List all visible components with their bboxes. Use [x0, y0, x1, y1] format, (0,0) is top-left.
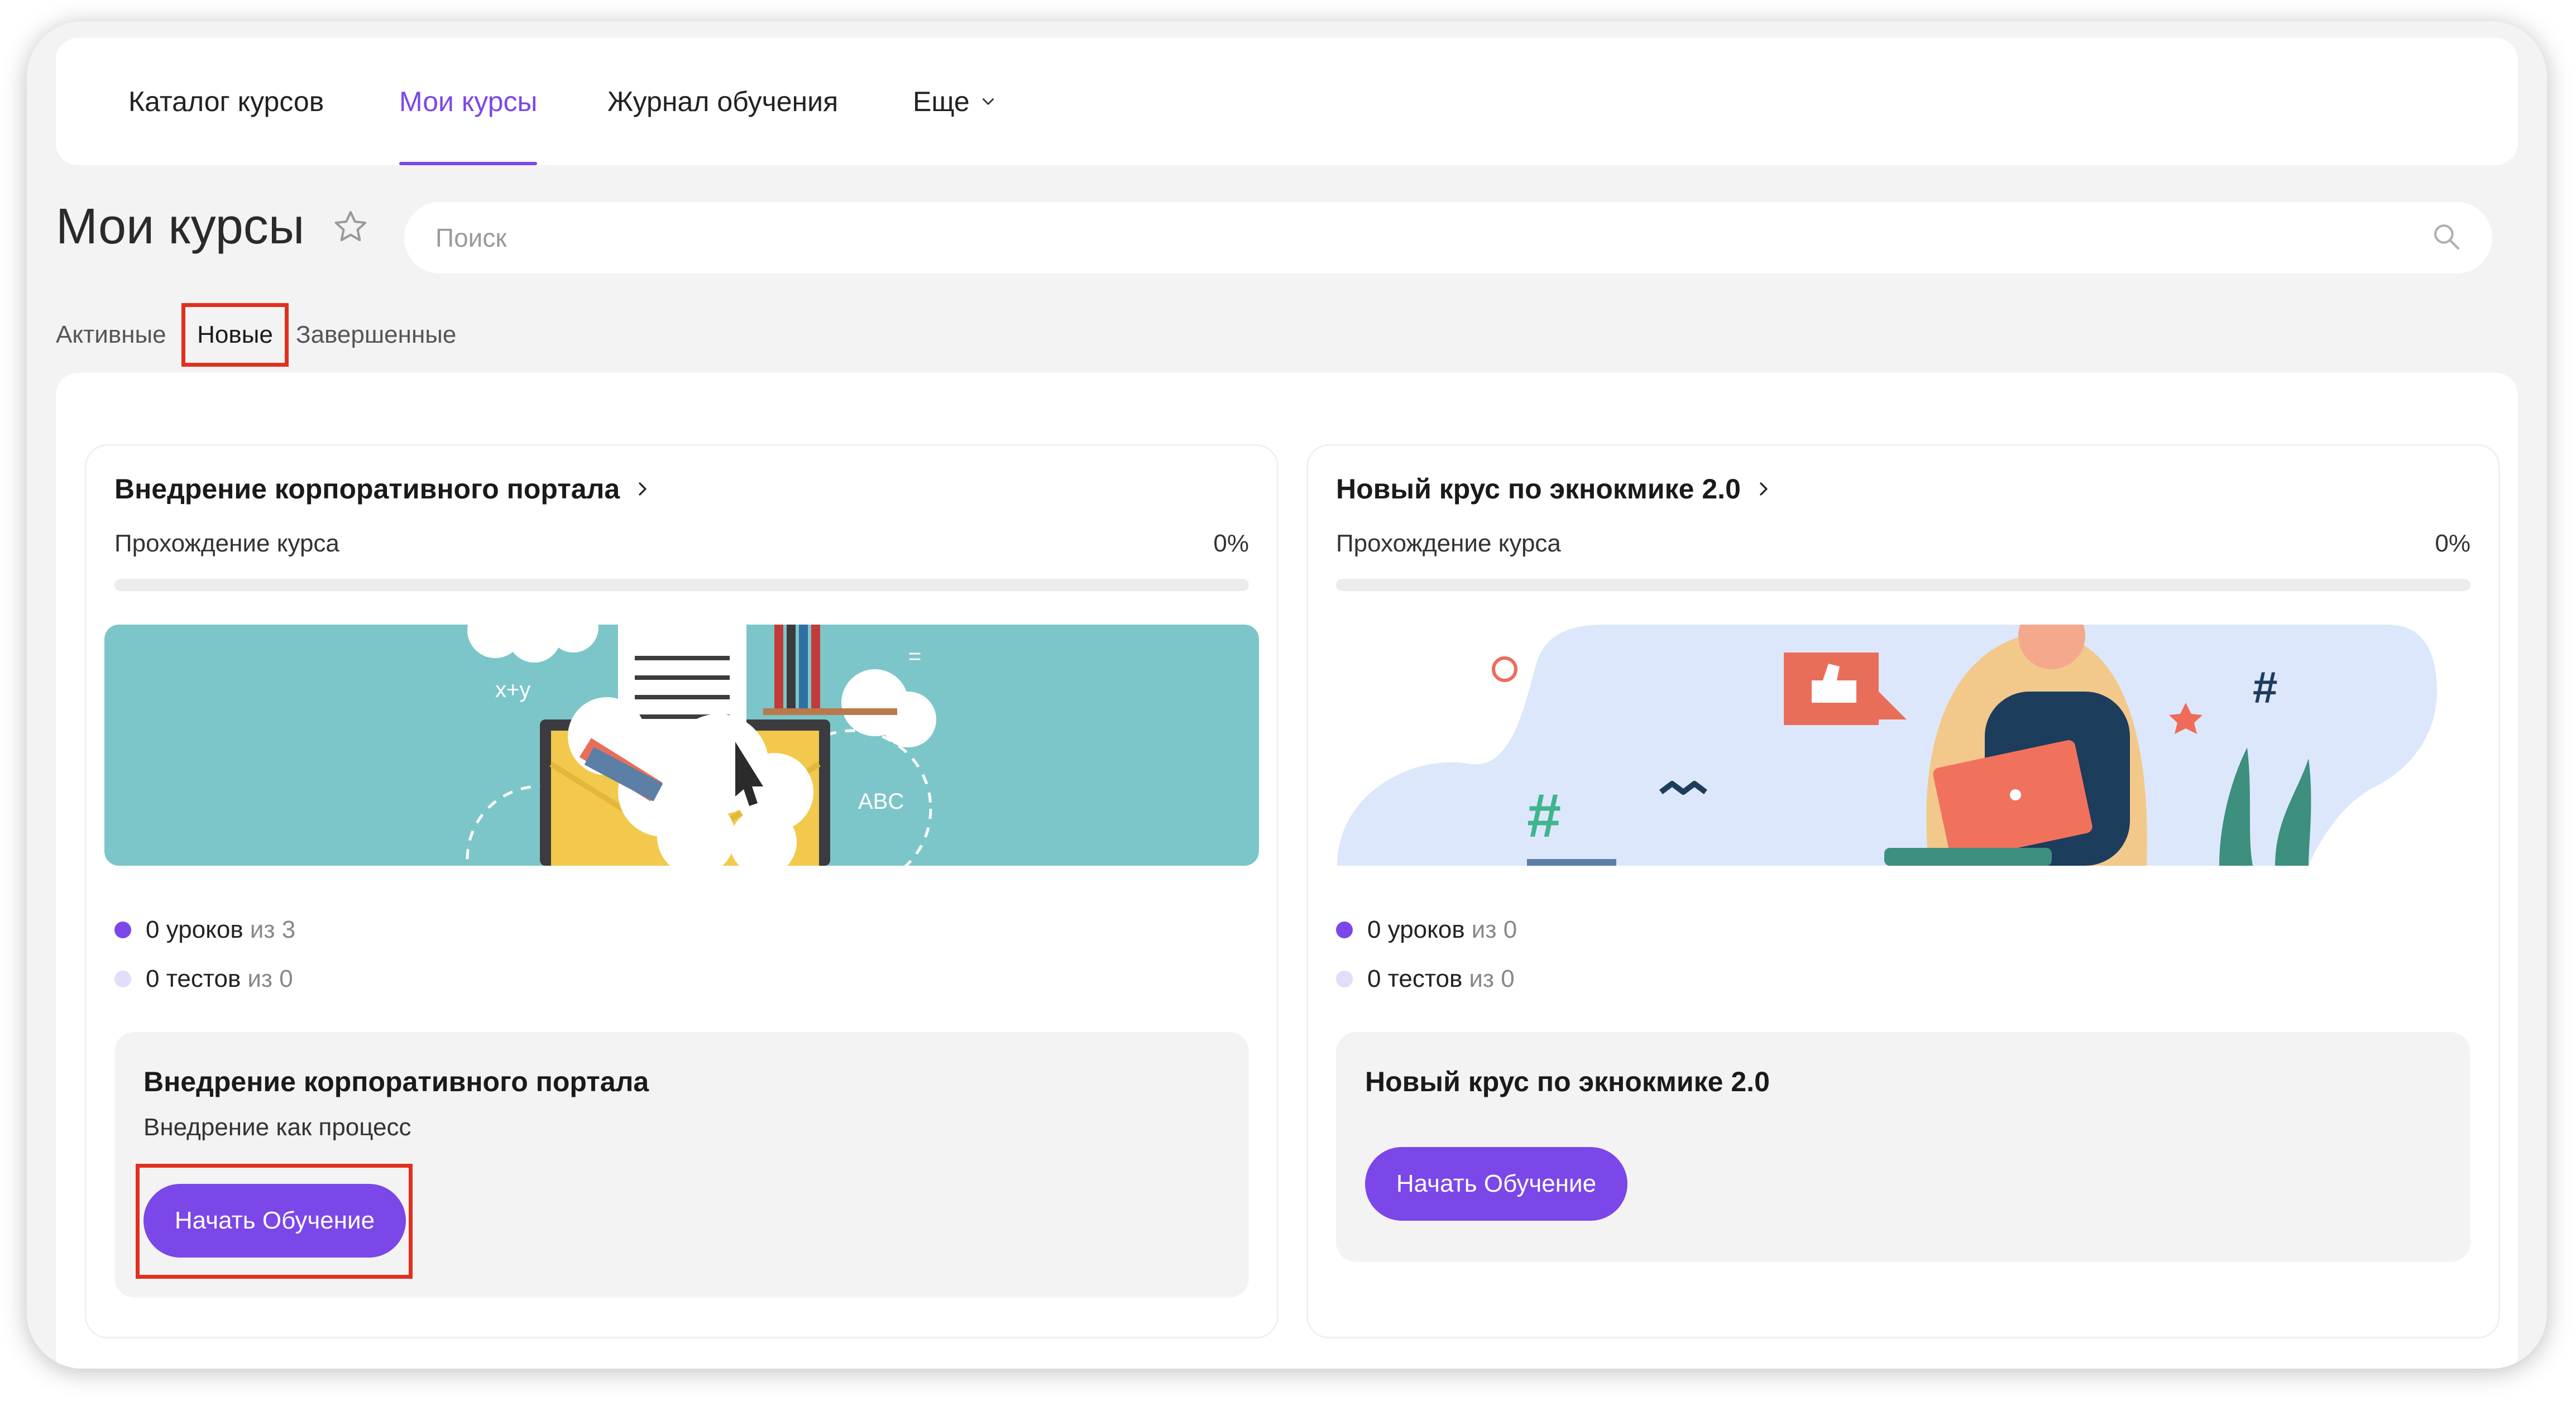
- nav-item-label: Мои курсы: [399, 86, 538, 117]
- page-title: Мои курсы: [56, 199, 305, 255]
- nav-item-label: Каталог курсов: [128, 86, 324, 117]
- svg-text:x+y: x+y: [495, 678, 530, 702]
- chevron-down-icon: [982, 98, 994, 105]
- course-title-link[interactable]: Новый крус по экнокмике 2.0: [1336, 458, 1772, 520]
- course-description-box: Новый крус по экнокмике 2.0 Начать Обуче…: [1336, 1032, 2470, 1262]
- top-nav: Каталог курсов Мои курсы Журнал обучения…: [56, 38, 2518, 165]
- courses-panel: Внедрение корпоративного портала Прохожд…: [56, 373, 2518, 1369]
- svg-text:#: #: [2253, 663, 2278, 712]
- svg-text:=: =: [908, 644, 921, 669]
- start-learning-button[interactable]: Начать Обучение: [1365, 1147, 1627, 1221]
- progress-bar: [114, 579, 1249, 591]
- lessons-dot: [1336, 922, 1353, 938]
- progress-bar: [1336, 579, 2470, 591]
- course-title: Внедрение корпоративного портала: [114, 473, 620, 505]
- lessons-count: 0 уроков: [1367, 916, 1465, 943]
- search-icon[interactable]: [2431, 221, 2462, 252]
- tests-total: из 0: [247, 965, 293, 992]
- lessons-count: 0 уроков: [146, 916, 243, 943]
- course-banner-image: # #: [1326, 625, 2481, 866]
- nav-item-journal[interactable]: Журнал обучения: [607, 38, 838, 165]
- course-title-link[interactable]: Внедрение корпоративного портала: [114, 458, 651, 520]
- nav-item-more[interactable]: Еще: [913, 38, 995, 165]
- progress-label: Прохождение курса: [1336, 530, 1561, 557]
- course-description-box: Внедрение корпоративного портала Внедрен…: [114, 1032, 1249, 1298]
- tests-dot: [1336, 971, 1353, 987]
- progress-percent: 0%: [2435, 530, 2470, 557]
- svg-text:ABC: ABC: [858, 789, 904, 814]
- course-banner-image: x+y ABC =: [104, 625, 1259, 866]
- chevron-right-icon: [639, 482, 647, 496]
- tests-total: из 0: [1469, 965, 1515, 992]
- nav-item-catalog[interactable]: Каталог курсов: [128, 38, 324, 165]
- lessons-stat: 0 уроков из 3: [114, 916, 295, 944]
- nav-item-label: Журнал обучения: [607, 86, 839, 117]
- course-card: Новый крус по экнокмике 2.0 Прохождение …: [1306, 444, 2500, 1338]
- tests-stat: 0 тестов из 0: [1336, 965, 1515, 993]
- filter-label: Новые: [197, 321, 273, 348]
- search-input[interactable]: [404, 202, 2492, 274]
- filter-completed[interactable]: Завершенные: [296, 307, 456, 363]
- filter-label: Завершенные: [296, 321, 457, 348]
- tests-stat: 0 тестов из 0: [114, 965, 293, 993]
- tests-count: 0 тестов: [1367, 965, 1463, 992]
- description-title: Внедрение корпоративного портала: [143, 1066, 649, 1097]
- nav-item-my-courses[interactable]: Мои курсы: [399, 38, 538, 165]
- lessons-dot: [114, 922, 131, 938]
- filter-active[interactable]: Активные: [56, 307, 166, 363]
- description-subtitle: Внедрение как процесс: [143, 1114, 411, 1141]
- progress-label: Прохождение курса: [114, 530, 339, 557]
- tests-dot: [114, 971, 131, 987]
- app-window: Каталог курсов Мои курсы Журнал обучения…: [27, 21, 2547, 1369]
- nav-item-label: Еще: [913, 86, 970, 117]
- tests-count: 0 тестов: [146, 965, 241, 992]
- svg-text:#: #: [1527, 781, 1561, 850]
- lessons-total: из 3: [250, 916, 296, 943]
- filter-label: Активные: [56, 321, 166, 348]
- course-title: Новый крус по экнокмике 2.0: [1336, 473, 1741, 505]
- filter-new[interactable]: Новые: [181, 303, 289, 367]
- progress-percent: 0%: [1213, 530, 1249, 557]
- star-icon[interactable]: [331, 208, 370, 247]
- course-card: Внедрение корпоративного портала Прохожд…: [85, 444, 1279, 1338]
- start-learning-button[interactable]: Начать Обучение: [143, 1184, 406, 1258]
- description-title: Новый крус по экнокмике 2.0: [1365, 1066, 1770, 1097]
- lessons-stat: 0 уроков из 0: [1336, 916, 1517, 944]
- lessons-total: из 0: [1471, 916, 1517, 943]
- chevron-right-icon: [1760, 482, 1768, 496]
